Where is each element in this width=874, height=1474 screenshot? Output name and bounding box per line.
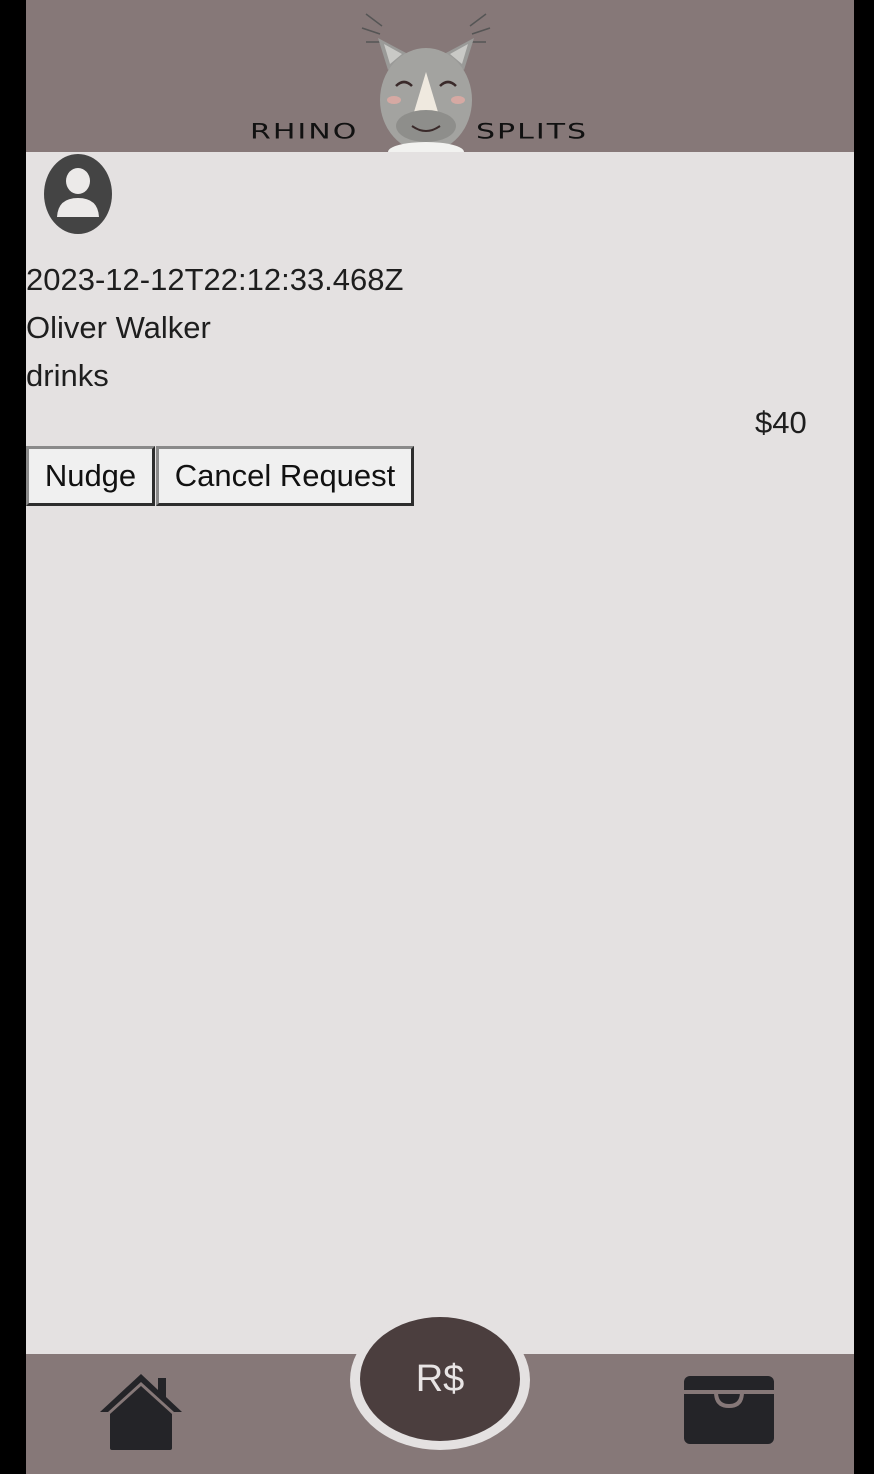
request-user-name: Oliver Walker (26, 310, 211, 345)
logo-text-right: SPLITS (476, 119, 589, 145)
wallet-icon[interactable] (682, 1374, 776, 1446)
rhino-logo-icon (361, 13, 491, 152)
logo-text-left: RHINO (250, 119, 359, 145)
rhino-splits-center-button[interactable]: R$ (360, 1317, 520, 1441)
request-description: drinks (26, 358, 109, 393)
user-avatar-icon (44, 154, 112, 234)
request-amount: $40 (755, 405, 807, 440)
home-icon[interactable] (96, 1368, 186, 1452)
request-date: 2023-12-12T22:12:33.468Z (26, 262, 404, 297)
app-frame: RHINO SPLITS 2023-12-12T22:12:33.468Z Ol… (26, 0, 854, 1474)
app-header: RHINO SPLITS (26, 0, 854, 152)
cancel-request-button[interactable]: Cancel Request (156, 446, 414, 506)
nudge-button[interactable]: Nudge (26, 446, 155, 506)
